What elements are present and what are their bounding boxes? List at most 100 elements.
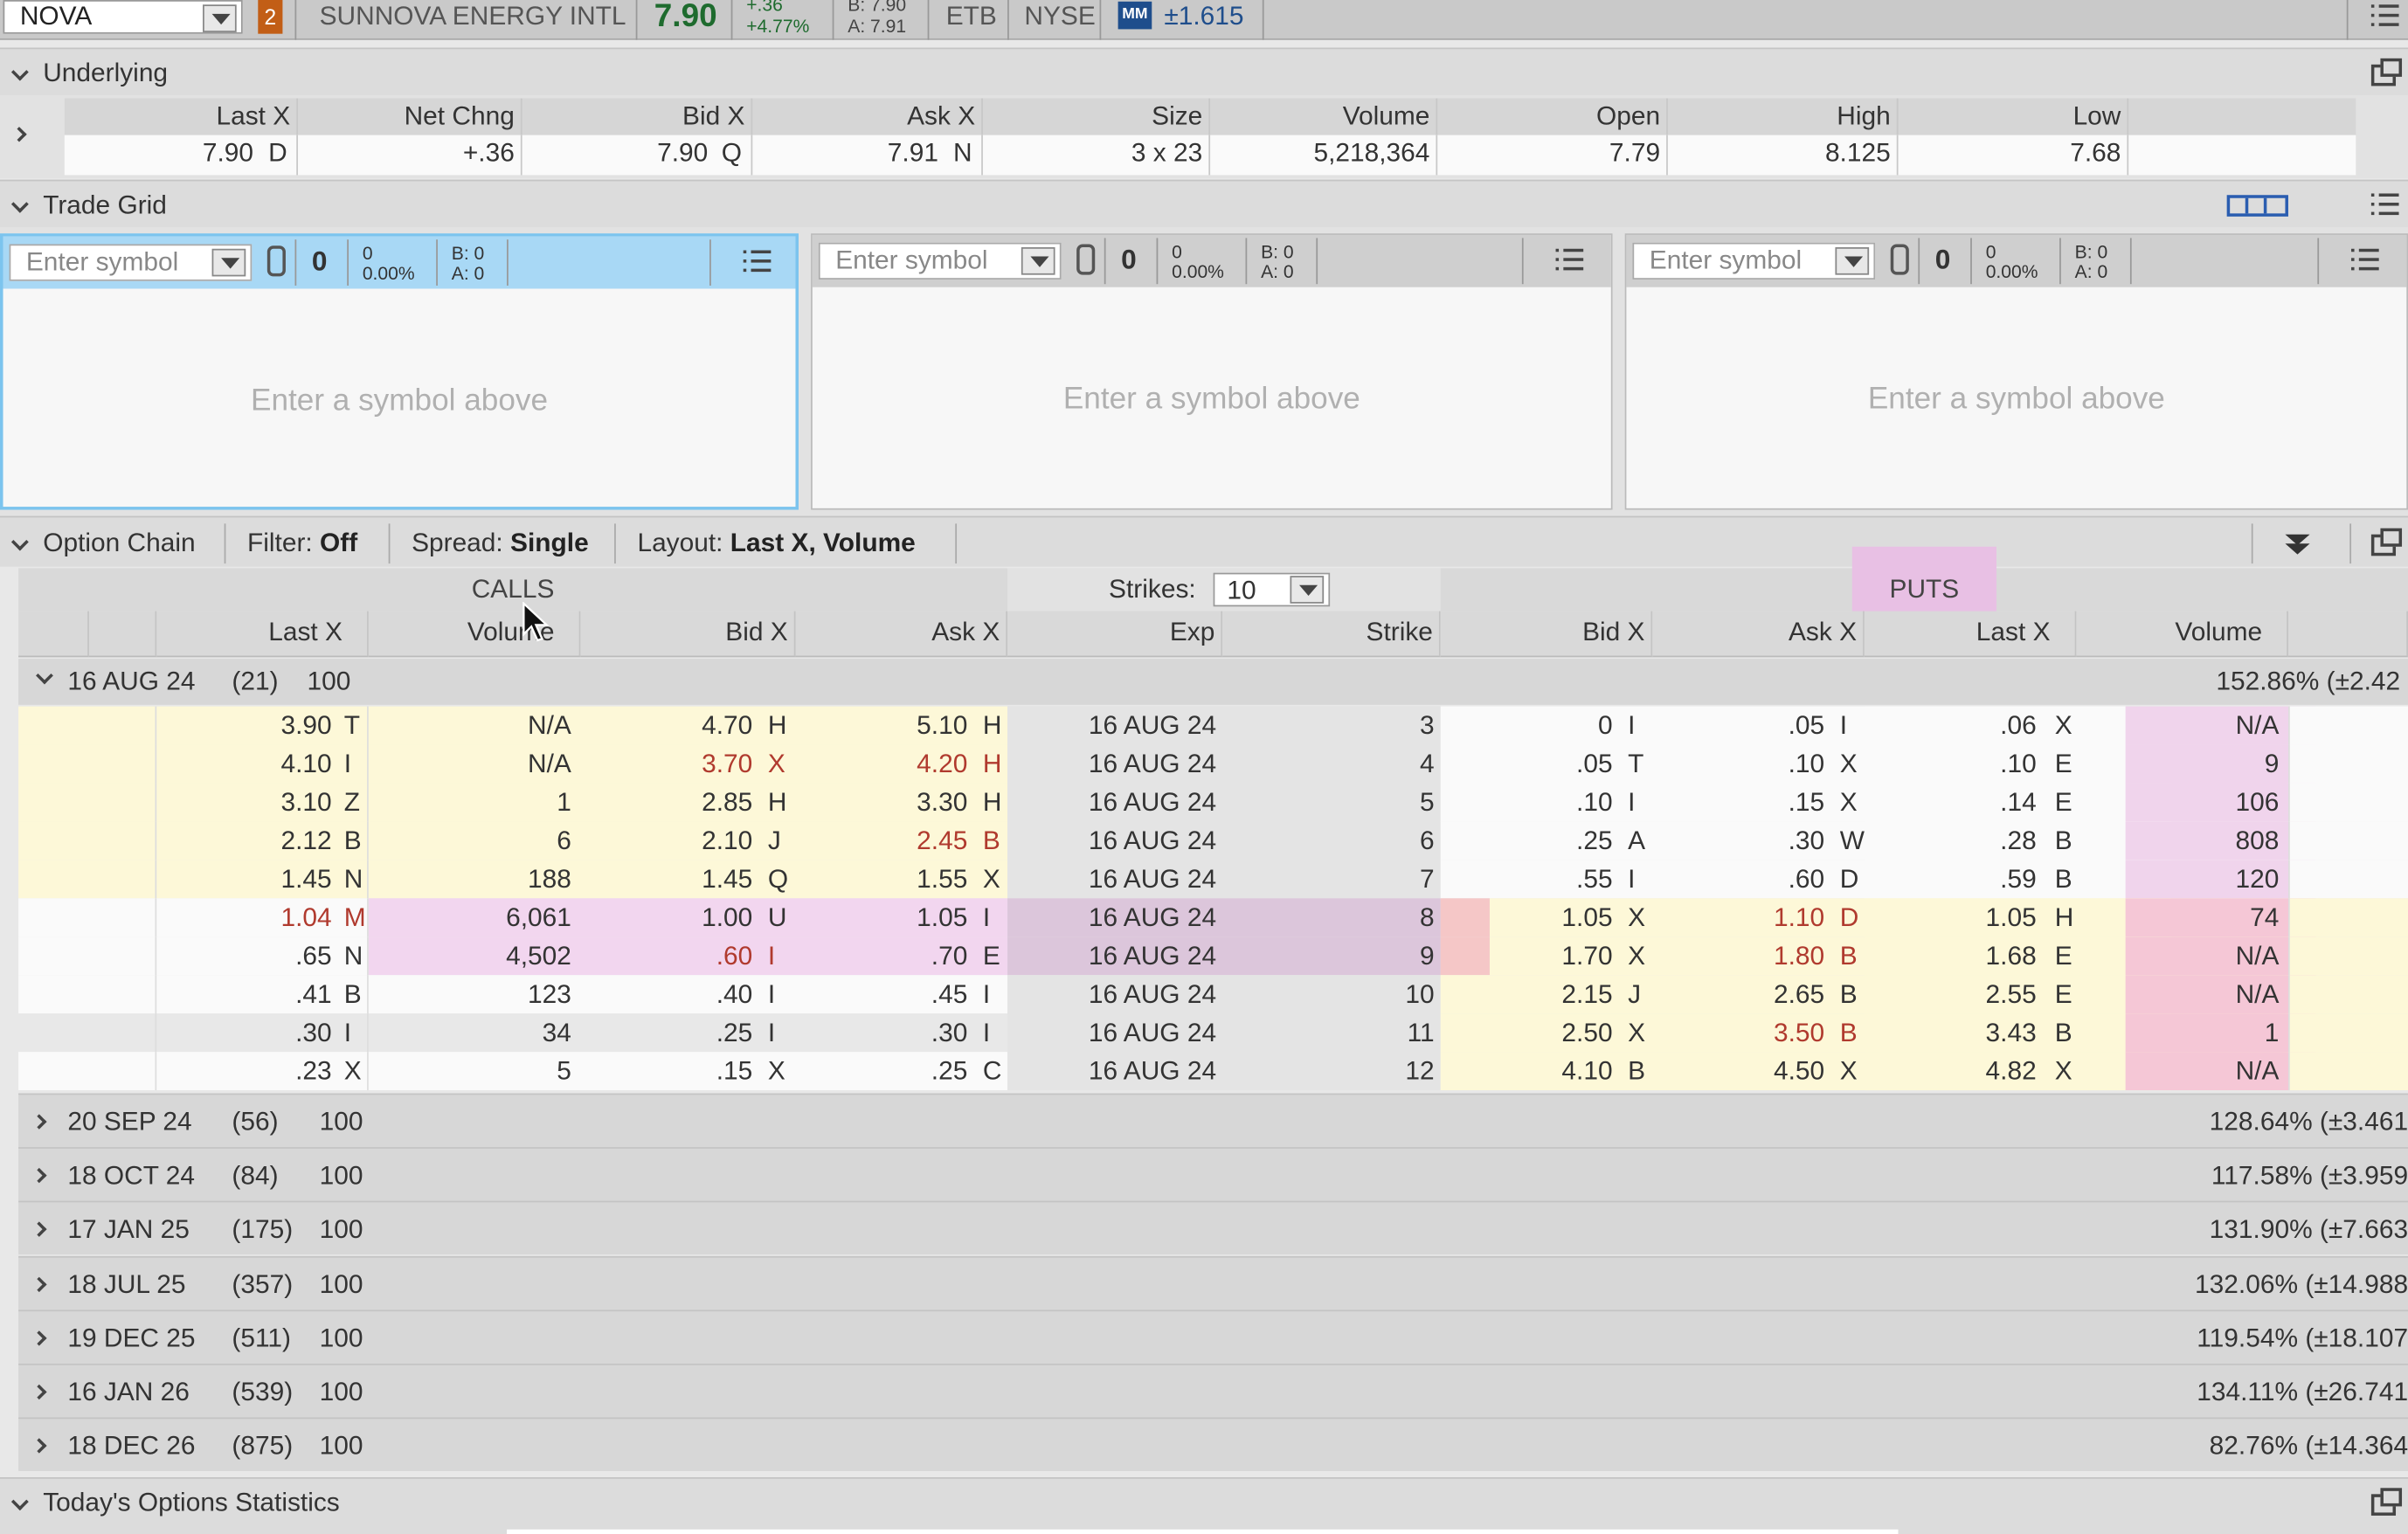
put-bid[interactable]: 1.05 [1441,898,1612,936]
expand-icon[interactable] [31,1330,47,1346]
put-ask[interactable]: .60 [1652,860,1825,898]
symbol-input[interactable]: Enter symbol [9,244,253,281]
put-bid[interactable]: 0 [1441,707,1613,745]
expand-icon[interactable] [31,1438,47,1454]
expand-icon[interactable] [31,1222,47,1238]
call-bid[interactable]: .60 [580,936,753,975]
expiration-row[interactable]: 16 JAN 26 (539) 100 134.11% (±26.741 [18,1363,2408,1418]
hdr-put-volume[interactable]: Volume [2076,611,2288,658]
panel-menu-icon[interactable] [1555,248,1584,271]
option-row[interactable]: .41 B 123 .40 I .45 I 16 AUG 24 10 2.15 … [18,975,2408,1014]
popout-icon[interactable] [2370,1488,2403,1516]
grid-layout-icon[interactable] [2226,195,2288,217]
symbol-dropdown-icon[interactable] [203,4,237,32]
call-bid[interactable]: .25 [580,1013,753,1052]
option-row[interactable]: .23 X 5 .15 X .25 C 16 AUG 24 12 4.10 B … [18,1052,2408,1091]
call-ask[interactable]: 5.10 [795,707,967,745]
put-bid[interactable]: .25 [1441,821,1613,860]
collapse-icon[interactable] [10,533,29,551]
trade-grid-section-header[interactable]: Trade Grid [0,179,2408,228]
option-row[interactable]: 4.10 I N/A 3.70 X 4.20 H 16 AUG 24 4 .05… [18,744,2408,784]
put-ask[interactable]: .30 [1652,821,1825,860]
hdr-put-ask[interactable]: Ask X [1652,611,1865,658]
underlying-section-header[interactable]: Underlying [0,47,2408,95]
hdr-call-ask[interactable]: Ask X [795,611,1008,658]
option-row[interactable]: 1.04 M 6,061 1.00 U 1.05 I 16 AUG 24 8 1… [18,898,2408,937]
option-row[interactable]: .30 I 34 .25 I .30 I 16 AUG 24 11 2.50 X… [18,1013,2408,1053]
symbol-input[interactable]: Enter symbol [1632,242,1876,280]
put-bid[interactable]: .55 [1441,860,1613,898]
call-ask[interactable]: .30 [795,1013,968,1052]
put-ask[interactable]: .05 [1652,707,1825,745]
panel-menu-icon[interactable] [2351,248,2379,271]
option-row[interactable]: .65 N 4,502 .60 I .70 E 16 AUG 24 9 1.70… [18,936,2408,976]
call-ask[interactable]: 1.55 [795,860,967,898]
call-bid[interactable]: .40 [580,975,753,1013]
strikes-dropdown-icon[interactable] [1290,576,1325,604]
hdr-exp[interactable]: Exp [1007,611,1223,658]
put-ask[interactable]: .10 [1652,745,1825,784]
call-bid[interactable]: 3.70 [580,745,752,784]
expiration-row[interactable]: 18 OCT 24 (84) 100 117.58% (±3.959 [18,1147,2408,1201]
expand-icon[interactable] [31,1275,47,1292]
call-ask[interactable]: .45 [795,975,968,1013]
call-ask[interactable]: 3.30 [795,783,967,821]
option-row[interactable]: 3.10 Z 1 2.85 H 3.30 H 16 AUG 24 5 .10 I… [18,783,2408,822]
option-row[interactable]: 2.12 B 6 2.10 J 2.45 B 16 AUG 24 6 .25 A… [18,821,2408,860]
option-row[interactable]: 3.90 T N/A 4.70 H 5.10 H 16 AUG 24 3 0 I… [18,706,2408,745]
collapse-icon[interactable] [10,195,29,213]
expiration-row[interactable]: 17 JAN 25 (175) 100 131.90% (±7.663 [18,1201,2408,1255]
call-ask[interactable]: .25 [795,1052,968,1090]
spread-control[interactable]: Spread: Single [412,529,589,559]
call-bid[interactable]: 4.70 [580,707,752,745]
call-bid[interactable]: 2.10 [580,821,752,860]
call-ask[interactable]: .70 [795,936,968,975]
filter-control[interactable]: Filter: Off [247,529,357,559]
expand-icon[interactable] [11,127,27,142]
call-bid[interactable]: 1.45 [580,860,752,898]
popout-icon[interactable] [2370,58,2403,86]
call-bid[interactable]: .15 [580,1052,753,1090]
put-ask[interactable]: 3.50 [1652,1013,1824,1052]
call-bid[interactable]: 2.85 [580,783,752,821]
put-bid[interactable]: 2.15 [1441,975,1612,1013]
expiration-row[interactable]: 19 DEC 25 (511) 100 119.54% (±18.107 [18,1309,2408,1364]
symbol-dropdown-icon[interactable] [211,248,246,277]
statistics-section-header[interactable]: Today's Options Statistics [0,1477,2408,1534]
popout-icon[interactable] [2370,528,2403,556]
collapse-icon[interactable] [10,1493,29,1511]
link-group-badge[interactable]: 2 [258,0,283,34]
put-bid[interactable]: 2.50 [1441,1013,1612,1052]
put-ask[interactable]: 1.80 [1652,936,1824,975]
link-icon[interactable] [1890,244,1909,275]
expand-icon[interactable] [31,1384,47,1400]
call-bid[interactable]: 1.00 [580,898,752,936]
option-row[interactable]: 1.45 N 188 1.45 Q 1.55 X 16 AUG 24 7 .55… [18,860,2408,899]
call-ask[interactable]: 1.05 [795,898,967,936]
symbol-dropdown-icon[interactable] [1835,247,1870,275]
menu-icon[interactable] [2370,4,2399,26]
put-bid[interactable]: 4.10 [1441,1052,1612,1090]
hdr-put-last[interactable]: Last X [1864,611,2077,658]
hdr-strike[interactable]: Strike [1222,611,1441,658]
strikes-selector[interactable]: 10 [1213,572,1331,607]
expand-icon[interactable] [31,1114,47,1130]
put-bid[interactable]: .05 [1441,745,1613,784]
expand-icon[interactable] [31,1168,47,1184]
link-icon[interactable] [266,245,286,277]
symbol-input[interactable]: Enter symbol [818,242,1062,280]
link-icon[interactable] [1076,244,1096,275]
menu-icon[interactable] [2370,193,2399,216]
hdr-call-last[interactable]: Last X [156,611,369,658]
put-bid[interactable]: 1.70 [1441,936,1612,975]
put-bid[interactable]: .10 [1441,783,1613,821]
symbol-selector[interactable]: NOVA [3,0,243,34]
hdr-put-bid[interactable]: Bid X [1440,611,1653,658]
call-ask[interactable]: 4.20 [795,745,967,784]
put-ask[interactable]: 1.10 [1652,898,1824,936]
expiration-row-open[interactable]: 16 AUG 24 (21) 100 152.86% (±2.42 [18,659,2408,705]
expiration-row[interactable]: 18 DEC 26 (875) 100 82.76% (±14.364 [18,1417,2408,1472]
symbol-dropdown-icon[interactable] [1021,247,1055,275]
put-ask[interactable]: 4.50 [1652,1052,1824,1090]
expiration-row[interactable]: 20 SEP 24 (56) 100 128.64% (±3.461 [18,1093,2408,1148]
